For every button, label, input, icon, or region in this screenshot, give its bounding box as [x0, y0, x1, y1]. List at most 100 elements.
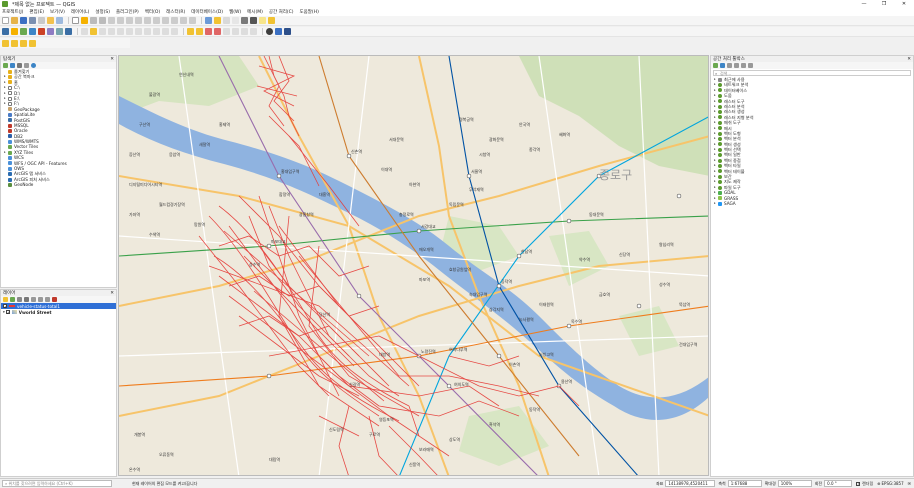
layer-styling-icon[interactable] — [3, 297, 8, 302]
processing-item-saga[interactable]: ▸ SAGA — [711, 201, 913, 206]
digitize-icon[interactable] — [108, 28, 115, 35]
quickmapservices-icon[interactable] — [284, 28, 291, 35]
filter-by-expression-icon[interactable] — [31, 297, 36, 302]
copy-features-icon[interactable] — [144, 28, 151, 35]
refresh-browser-icon[interactable] — [10, 63, 15, 68]
select-features-icon[interactable] — [214, 17, 221, 24]
add-raster-icon[interactable] — [29, 28, 36, 35]
add-delimited-text-icon[interactable] — [47, 28, 54, 35]
menu-help[interactable]: 도움말(H) — [300, 9, 319, 15]
paste-features-icon[interactable] — [153, 28, 160, 35]
properties-icon[interactable] — [31, 63, 36, 68]
crs-icon[interactable]: ⊕ — [877, 481, 880, 486]
vertex-tool-icon[interactable] — [117, 28, 124, 35]
add-group-icon[interactable] — [10, 297, 15, 302]
menu-database[interactable]: 데이터베이스(D) — [191, 9, 223, 15]
add-vector-icon[interactable] — [20, 28, 27, 35]
temporal-controller-icon[interactable] — [180, 17, 187, 24]
label-toolbar-more-icon[interactable] — [250, 28, 257, 35]
statistics-icon[interactable] — [241, 17, 248, 24]
processing-options-icon[interactable] — [748, 63, 753, 68]
python-console-icon[interactable] — [266, 28, 273, 35]
layer-row-vworld-street[interactable]: ▾ Vworld Street — [1, 309, 116, 315]
select-all-icon[interactable] — [20, 39, 27, 47]
new-layer-icon[interactable] — [11, 28, 18, 35]
new-project-icon[interactable] — [2, 17, 9, 24]
zoom-to-selection-icon[interactable] — [117, 17, 124, 24]
menu-plugins[interactable]: 플러그인(P) — [116, 9, 139, 15]
menu-processing[interactable]: 공간 처리(C) — [269, 9, 294, 15]
rotate-label-icon[interactable] — [223, 28, 230, 35]
filter-browser-icon[interactable] — [17, 63, 22, 68]
zoom-to-layer-icon[interactable] — [126, 17, 133, 24]
menu-layer[interactable]: 레이어(L) — [71, 9, 89, 15]
save-project-icon[interactable] — [20, 17, 27, 24]
add-selected-layers-icon[interactable] — [3, 63, 8, 68]
map-svg[interactable]: 종로구 마포대교 서강대교 여의나루역 여의도역 공덕역 서울역 용산역 노량진… — [119, 56, 709, 476]
pan-to-selection-icon[interactable] — [81, 17, 88, 24]
filter-legend-icon[interactable] — [24, 297, 29, 302]
style-manager-icon[interactable] — [56, 17, 63, 24]
new-3d-view-icon[interactable] — [171, 17, 178, 24]
new-map-view-icon[interactable] — [162, 17, 169, 24]
map-tips-icon[interactable] — [259, 17, 266, 24]
save-as-icon[interactable] — [29, 17, 36, 24]
zoom-full-icon[interactable] — [108, 17, 115, 24]
current-edits-icon[interactable] — [81, 28, 88, 35]
scripts-icon[interactable] — [720, 63, 725, 68]
map-canvas[interactable]: 종로구 마포대교 서강대교 여의나루역 여의도역 공덕역 서울역 용산역 노량진… — [118, 55, 709, 476]
messages-icon[interactable]: ✉ — [908, 481, 911, 486]
zoom-last-icon[interactable] — [144, 17, 151, 24]
scale-field[interactable]: 1:67688 — [727, 480, 762, 487]
menu-mesh[interactable]: 메시(M) — [247, 9, 263, 15]
layer-visibility-checkbox[interactable] — [5, 310, 10, 315]
select-by-value-icon[interactable] — [2, 39, 9, 47]
edit-features-in-place-icon[interactable] — [741, 63, 746, 68]
open-project-icon[interactable] — [11, 17, 18, 24]
layer-visibility-checkbox[interactable] — [3, 304, 7, 309]
redo-icon[interactable] — [171, 28, 178, 35]
models-icon[interactable] — [713, 63, 718, 68]
browser-panel-close-icon[interactable]: ✕ — [110, 57, 114, 62]
add-spatialite-icon[interactable] — [56, 28, 63, 35]
expand-arrow-icon[interactable]: ▾ — [3, 310, 5, 314]
refresh-icon[interactable] — [189, 17, 196, 24]
attribute-table-icon[interactable] — [232, 17, 239, 24]
expand-all-icon[interactable] — [38, 297, 43, 302]
add-postgis-icon[interactable] — [65, 28, 72, 35]
menu-settings[interactable]: 설정(S) — [95, 9, 110, 15]
text-annotation-icon[interactable] — [268, 17, 275, 24]
render-checkbox[interactable] — [856, 481, 860, 486]
close-button[interactable]: ✕ — [894, 1, 914, 7]
results-viewer-icon[interactable] — [734, 63, 739, 68]
menu-project[interactable]: 프로젝트(J) — [2, 9, 23, 15]
layout-manager-icon[interactable] — [47, 17, 54, 24]
delete-selected-icon[interactable] — [126, 28, 133, 35]
layers-panel-close-icon[interactable]: ✕ — [110, 291, 114, 296]
data-source-manager-icon[interactable] — [2, 28, 9, 35]
cut-features-icon[interactable] — [135, 28, 142, 35]
undo-icon[interactable] — [162, 28, 169, 35]
collapse-all-layers-icon[interactable] — [45, 297, 50, 302]
save-edits-icon[interactable] — [99, 28, 106, 35]
deselect-icon[interactable] — [223, 17, 230, 24]
plugin-icon[interactable] — [275, 28, 282, 35]
menu-vector[interactable]: 벡터(O) — [145, 9, 160, 15]
zoom-in-icon[interactable] — [90, 17, 97, 24]
menu-web[interactable]: 웹(W) — [229, 9, 241, 15]
measure-icon[interactable] — [250, 17, 257, 24]
add-mesh-icon[interactable] — [38, 28, 45, 35]
magnifier-field[interactable]: 100% — [777, 480, 812, 487]
diagram-icon[interactable] — [241, 28, 248, 35]
label-icon[interactable] — [187, 28, 194, 35]
change-label-icon[interactable] — [232, 28, 239, 35]
coordinate-field[interactable]: 14138978,4520411 — [665, 480, 716, 487]
menu-edit[interactable]: 편집(E) — [29, 9, 44, 15]
new-print-layout-icon[interactable] — [38, 17, 45, 24]
history-icon[interactable] — [727, 63, 732, 68]
zoom-out-icon[interactable] — [99, 17, 106, 24]
move-label-icon[interactable] — [214, 28, 221, 35]
select-by-expression-icon[interactable] — [11, 39, 18, 47]
zoom-native-icon[interactable] — [135, 17, 142, 24]
maximize-button[interactable]: ❐ — [874, 1, 894, 7]
